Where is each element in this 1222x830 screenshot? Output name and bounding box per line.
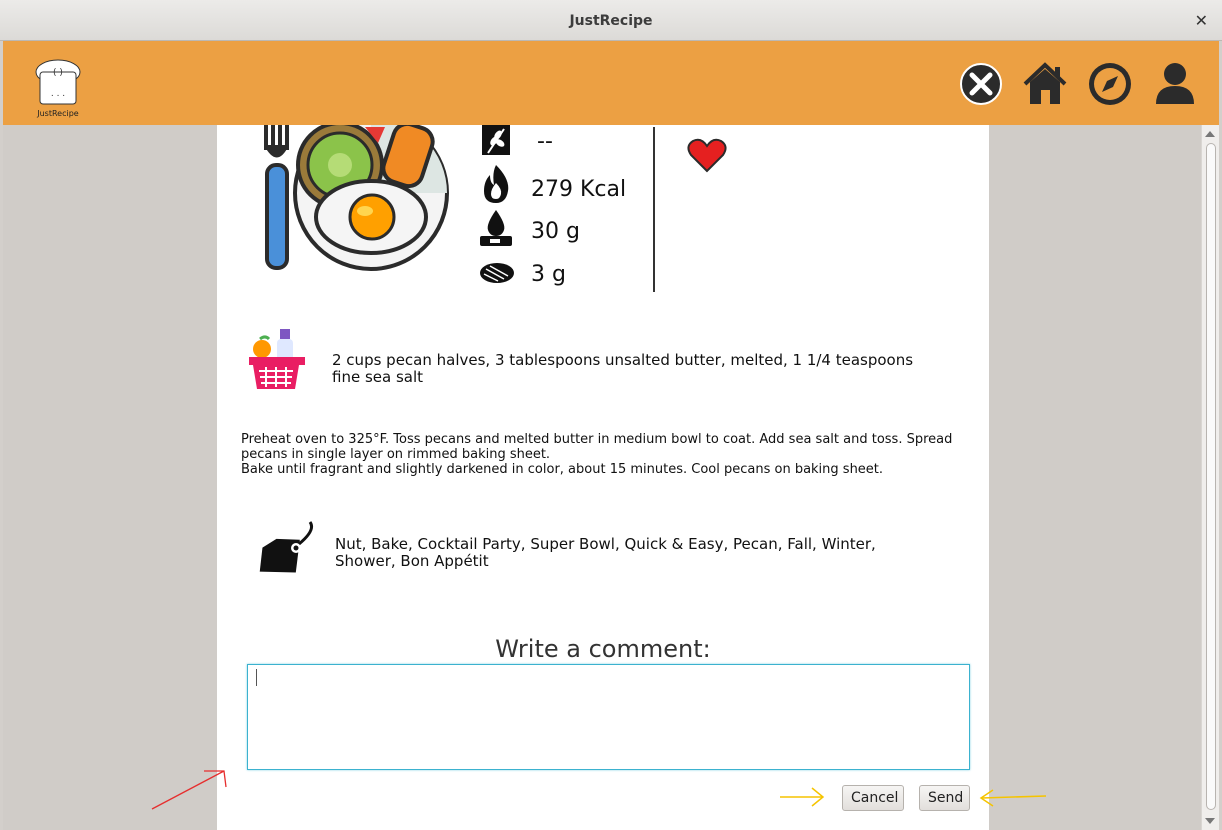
- scroll-down-arrow[interactable]: [1205, 818, 1215, 824]
- nutrition-divider: [653, 127, 655, 292]
- ingredients-text: 2 cups pecan halves, 3 tablespoons unsal…: [332, 351, 914, 386]
- wheat-icon: [480, 125, 512, 159]
- meat-protein-icon: [478, 260, 516, 290]
- instructions-line: Preheat oven to 325°F. Toss pecans and m…: [241, 432, 953, 462]
- comment-label: Write a comment:: [495, 635, 711, 663]
- compass-icon: [1089, 63, 1131, 105]
- recipe-image: [260, 125, 455, 275]
- yellow-arrow-left-annotation: [979, 789, 1047, 807]
- home-button[interactable]: [1021, 60, 1069, 108]
- text-caret: [256, 669, 257, 686]
- instructions-text: Preheat oven to 325°F. Toss pecans and m…: [241, 432, 971, 477]
- carbs-value: --: [537, 129, 553, 154]
- svg-text:. . .: . . .: [51, 89, 65, 99]
- window-title: JustRecipe: [569, 13, 653, 29]
- logo-label: JustRecipe: [37, 109, 79, 118]
- tag-icon: [252, 520, 318, 590]
- calories-value: 279 Kcal: [531, 177, 627, 202]
- window-close-button[interactable]: ✕: [1195, 11, 1208, 30]
- home-icon: [1023, 62, 1067, 104]
- scroll-thumb[interactable]: [1206, 143, 1216, 810]
- red-arrow-annotation: [151, 770, 227, 810]
- fat-value: 30 g: [531, 219, 580, 244]
- favorite-button[interactable]: [687, 138, 727, 178]
- heart-icon: [687, 138, 727, 173]
- svg-text:( ): ( ): [53, 68, 63, 78]
- window-titlebar: JustRecipe ✕: [0, 0, 1222, 41]
- user-icon: [1156, 63, 1194, 104]
- comment-input[interactable]: [247, 664, 970, 770]
- left-margin: [3, 125, 217, 830]
- fat-drop-icon: [478, 210, 514, 252]
- yellow-arrow-right-annotation: [780, 787, 825, 807]
- profile-button[interactable]: [1151, 60, 1199, 108]
- grocery-basket-icon: [245, 327, 307, 395]
- food-plate-icon: [264, 125, 449, 271]
- explore-button[interactable]: [1086, 60, 1134, 108]
- instructions-line: Bake until fragrant and slightly darkene…: [241, 462, 884, 477]
- protein-value: 3 g: [531, 262, 566, 287]
- vertical-scrollbar[interactable]: [1201, 125, 1219, 830]
- send-button[interactable]: Send: [919, 785, 970, 811]
- close-circle-icon: [960, 63, 1002, 105]
- tags-text: Nut, Bake, Cocktail Party, Super Bowl, Q…: [335, 535, 876, 570]
- close-recipe-button[interactable]: [957, 60, 1005, 108]
- scroll-up-arrow[interactable]: [1205, 131, 1215, 137]
- flame-icon: [480, 163, 512, 209]
- right-margin: [989, 125, 1201, 830]
- cancel-button[interactable]: Cancel: [842, 785, 904, 811]
